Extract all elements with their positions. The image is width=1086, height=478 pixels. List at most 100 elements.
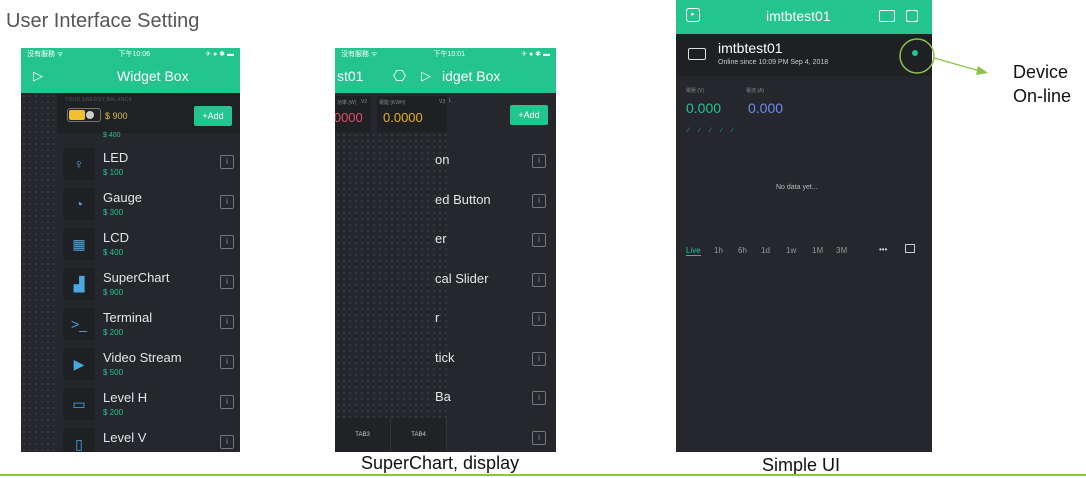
- widget-item[interactable]: ▟ SuperChart $ 900 i: [63, 265, 240, 305]
- widget-name: LED: [103, 150, 129, 165]
- range-6h[interactable]: 6h: [738, 246, 747, 255]
- widget-item[interactable]: ▶ Video Stream $ 500 i: [63, 345, 240, 385]
- device-name: imtbtest01: [718, 40, 783, 56]
- widget-name-partial[interactable]: on: [435, 152, 449, 167]
- range-1h[interactable]: 1h: [714, 246, 723, 255]
- info-icon[interactable]: i: [532, 391, 546, 405]
- widget-item[interactable]: ♀ LED $ 100 i: [63, 145, 240, 185]
- chart-icon: ▟: [63, 268, 95, 300]
- range-1m[interactable]: 1M: [812, 246, 823, 255]
- online-indicator-icon: [912, 50, 918, 56]
- more-menu-icon[interactable]: •••: [879, 245, 887, 254]
- value-display-2[interactable]: 電能 (KWH) V3 0.0000: [377, 96, 447, 132]
- status-icons: ✈ ● ✱ ▬: [521, 51, 550, 58]
- arrow-line: [933, 57, 981, 72]
- info-icon[interactable]: i: [220, 195, 234, 209]
- carrier-text: 沒有服務 ᯤ: [341, 51, 378, 58]
- widget-name: Level V: [103, 430, 147, 445]
- tab-3[interactable]: TAB3: [335, 418, 391, 452]
- battery-icon: [67, 108, 101, 122]
- device-online-label-2: On-line: [1013, 86, 1072, 106]
- widget-name: Gauge: [103, 190, 143, 205]
- project-title: st01: [337, 68, 364, 84]
- info-icon[interactable]: i: [532, 430, 546, 445]
- widget-price: $ 400: [103, 248, 124, 257]
- widget-item[interactable]: ▦ LCD $ 400 i: [63, 225, 240, 265]
- status-time: 下午10:01: [433, 51, 466, 58]
- widget-name-partial[interactable]: r: [435, 310, 439, 325]
- expand-icon[interactable]: [905, 244, 915, 253]
- value-1: 0.0000: [335, 110, 363, 125]
- widget-name: Terminal: [103, 310, 153, 325]
- label-voltage: 電壓 (V): [686, 88, 705, 94]
- info-icon[interactable]: i: [532, 312, 546, 326]
- settings-icon[interactable]: ⎔: [393, 67, 406, 85]
- info-icon[interactable]: i: [532, 272, 546, 287]
- value-unit-2: V3: [439, 99, 446, 105]
- widget-name-partial[interactable]: er: [435, 231, 447, 246]
- widget-name-partial[interactable]: cal Slider: [435, 271, 488, 286]
- phone-superchart: 沒有服務 ᯤ 下午10:01 ✈ ● ✱ ▬ st01 ⎔ ▷ idget Bo…: [335, 48, 556, 452]
- lcd-icon: ▦: [63, 228, 95, 260]
- page-title: idget Box: [442, 68, 501, 84]
- info-icon[interactable]: i: [220, 275, 234, 289]
- widget-item[interactable]: >_ Terminal $ 200 i: [63, 305, 240, 345]
- play-icon[interactable]: ▷: [33, 68, 43, 84]
- page-title: imtbtest01: [766, 8, 831, 24]
- widget-name-partial[interactable]: ed Button: [435, 192, 491, 207]
- arrow-head: [976, 66, 988, 75]
- mini-markers: ⁄⁄⁄⁄⁄: [688, 128, 744, 134]
- gauge-icon: ◔: [63, 188, 95, 220]
- energy-label: YOUR ENERGY BALANCE: [65, 97, 133, 103]
- info-icon[interactable]: i: [220, 355, 234, 369]
- range-live[interactable]: Live: [686, 246, 701, 256]
- widget-price: $ 500: [103, 368, 124, 377]
- device-header[interactable]: imtbtest01 Online since 10:09 PM Sep 4, …: [676, 34, 932, 76]
- widget-name-partial[interactable]: tick: [435, 350, 455, 365]
- terminal-icon: >_: [63, 308, 95, 340]
- widget-price: $ 300: [103, 208, 124, 217]
- widget-item[interactable]: ▭ Level H $ 200 i: [63, 385, 240, 425]
- info-icon[interactable]: i: [220, 315, 234, 329]
- device-tile-icon[interactable]: ▸: [686, 8, 700, 22]
- top-bar: st01 ⎔ ▷ idget Box: [335, 60, 556, 93]
- device-icon[interactable]: [879, 10, 895, 22]
- widget-name: Level H: [103, 390, 148, 405]
- range-3m[interactable]: 3M: [836, 246, 847, 255]
- canvas-area: [335, 132, 447, 418]
- range-1d[interactable]: 1d: [761, 246, 770, 255]
- info-icon[interactable]: i: [220, 155, 234, 169]
- caption-superchart: SuperChart, display: [361, 453, 520, 473]
- range-1w[interactable]: 1w: [786, 246, 796, 255]
- square-icon[interactable]: [906, 10, 918, 22]
- info-icon[interactable]: i: [220, 395, 234, 409]
- status-time: 下午10:06: [118, 51, 151, 58]
- widget-price: $ 200: [103, 408, 124, 417]
- top-bar: ▸ imtbtest01: [676, 0, 932, 34]
- value-voltage: 0.000: [686, 100, 722, 116]
- bulb-icon: ♀: [63, 148, 95, 180]
- status-bar: 沒有服務 ᯤ 下午10:01 ✈ ● ✱ ▬: [335, 48, 556, 60]
- info-icon[interactable]: i: [532, 193, 546, 208]
- caption-simple-ui: Simple UI: [762, 455, 841, 475]
- widget-name-partial[interactable]: Ba: [435, 389, 451, 404]
- widget-item[interactable]: ▯ Level V i: [63, 425, 240, 452]
- add-energy-button[interactable]: +Add: [194, 106, 232, 126]
- info-icon[interactable]: i: [532, 351, 546, 366]
- phone-simple-ui: ▸ imtbtest01 imtbtest01 Online since 10:…: [676, 0, 932, 452]
- widget-price: $ 200: [103, 328, 124, 337]
- play-icon[interactable]: ▷: [421, 68, 431, 84]
- info-icon[interactable]: i: [532, 233, 546, 247]
- tab-4[interactable]: TAB4: [391, 418, 447, 452]
- tab-bar: TAB3 TAB4: [335, 418, 447, 452]
- info-icon[interactable]: i: [220, 435, 234, 449]
- info-icon[interactable]: i: [220, 235, 234, 249]
- add-energy-button[interactable]: +Add: [510, 105, 548, 125]
- value-unit-1: V2: [361, 99, 368, 105]
- no-data-text: No data yet...: [776, 184, 818, 191]
- widget-item[interactable]: ◔ Gauge $ 300 i: [63, 185, 240, 225]
- info-icon[interactable]: i: [532, 154, 546, 168]
- value-label-1: 功率 (W): [337, 100, 357, 106]
- bottom-divider: [0, 474, 1086, 476]
- partial-price: $ 400: [103, 132, 121, 139]
